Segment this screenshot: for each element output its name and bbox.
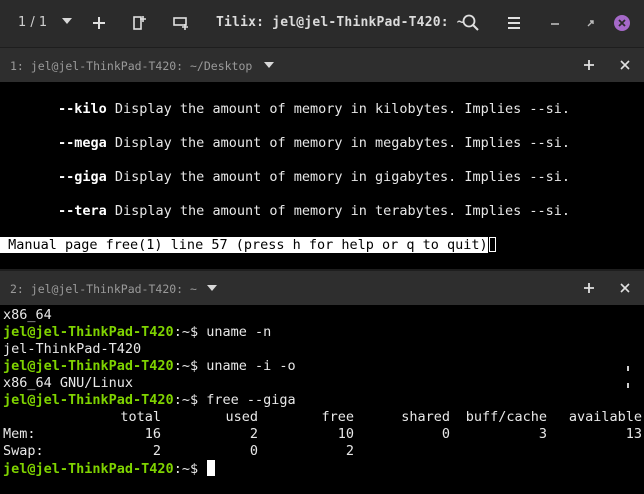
window-title: Tilix: jel@jel-ThinkPad-T420: ~ [216, 15, 465, 30]
free-header: free [321, 409, 354, 425]
scroll-mark [627, 383, 629, 388]
pane1-close-icon[interactable] [617, 57, 633, 73]
free-cell: 3 [538, 426, 547, 442]
pane2-title[interactable]: 2: jel@jel-ThinkPad-T420: ~ [10, 282, 197, 296]
free-cell: 10 [337, 426, 354, 442]
free-cell: 2 [345, 443, 354, 459]
free-header: total [120, 409, 161, 425]
free-cell: 16 [144, 426, 161, 442]
free-cell: 13 [625, 426, 642, 442]
man-line: --tera Display the amount of memory in t… [58, 203, 571, 219]
pane1-title[interactable]: 1: jel@jel-ThinkPad-T420: ~/Desktop [10, 59, 252, 73]
minimize-icon[interactable] [545, 13, 565, 33]
search-icon[interactable] [461, 13, 481, 33]
session-counter[interactable]: 1 / 1 [18, 15, 47, 30]
terminal-line: jel@jel-ThinkPad-T420:~$ free --giga [3, 392, 296, 408]
pane2-header: 2: jel@jel-ThinkPad-T420: ~ [0, 271, 644, 305]
pane2-close-icon[interactable] [617, 280, 633, 296]
pane2-dropdown-icon[interactable] [207, 284, 217, 292]
session-dropdown-icon[interactable] [62, 17, 72, 25]
free-cell: 0 [249, 443, 258, 459]
hamburger-menu-icon[interactable] [504, 13, 524, 33]
free-header: used [225, 409, 258, 425]
terminal-line: x86_64 GNU/Linux [3, 375, 134, 391]
terminal-line: jel@jel-ThinkPad-T420:~$ uname -n [3, 324, 272, 340]
terminal-cursor [207, 460, 216, 476]
free-row-label: Mem: [3, 426, 36, 442]
free-cell: 0 [441, 426, 450, 442]
man-line: --mega Display the amount of memory in m… [58, 135, 571, 151]
man-status-line: Manual page free(1) line 57 (press h for… [0, 237, 496, 254]
free-header: available [568, 409, 642, 425]
pane2-terminal[interactable]: x86_64 jel@jel-ThinkPad-T420:~$ uname -n… [0, 305, 644, 494]
man-line: --kilo Display the amount of memory in k… [58, 101, 571, 117]
pane1-maximize-icon[interactable] [581, 57, 597, 73]
add-session-icon[interactable] [89, 13, 109, 33]
scroll-mark [627, 366, 629, 371]
free-cell: 2 [249, 426, 258, 442]
maximize-icon[interactable] [580, 13, 600, 33]
terminal-prompt-line: jel@jel-ThinkPad-T420:~$ [3, 460, 216, 477]
pane1-dropdown-icon[interactable] [264, 61, 274, 69]
man-line: --giga Display the amount of memory in g… [58, 169, 571, 185]
add-terminal-down-icon[interactable] [171, 13, 191, 33]
free-header: buff/cache [465, 409, 547, 425]
free-row-label: Swap: [3, 443, 44, 459]
pane1-header: 1: jel@jel-ThinkPad-T420: ~/Desktop [0, 48, 644, 82]
pane1-terminal[interactable]: --kilo Display the amount of memory in k… [0, 82, 644, 269]
terminal-line: jel@jel-ThinkPad-T420:~$ uname -i -o [3, 358, 296, 374]
terminal-line: x86_64 [3, 307, 52, 323]
pane2-maximize-icon[interactable] [581, 280, 597, 296]
terminal-cursor [488, 237, 496, 252]
close-window-icon[interactable] [612, 13, 632, 33]
add-terminal-right-icon[interactable] [129, 13, 149, 33]
terminal-line: jel-ThinkPad-T420 [3, 341, 142, 357]
window-titlebar: 1 / 1 Tilix: jel@jel-ThinkPad-T420: ~ [0, 0, 644, 47]
free-header: shared [401, 409, 450, 425]
free-cell: 2 [152, 443, 161, 459]
